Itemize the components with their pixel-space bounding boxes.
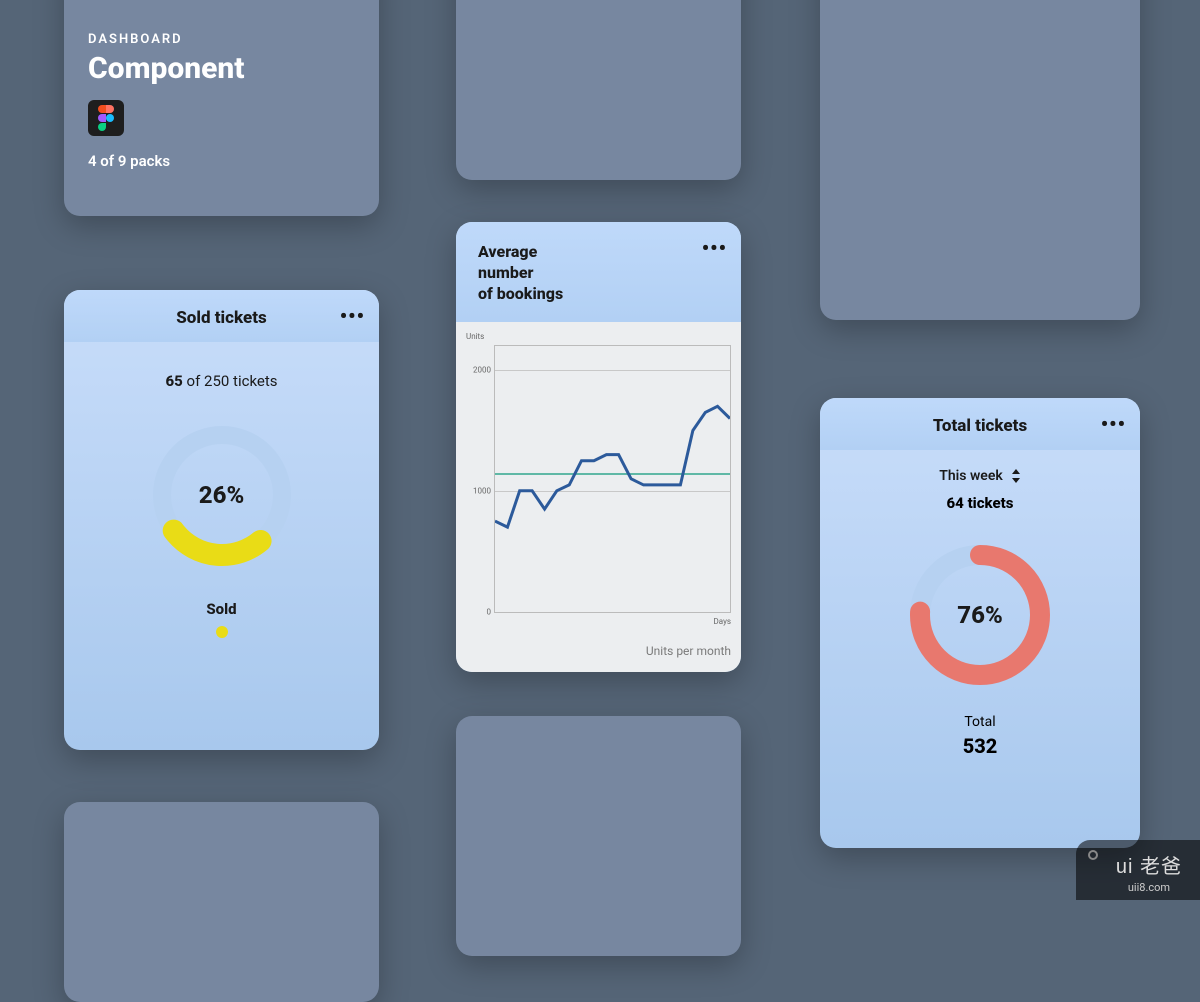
more-icon[interactable]: ••• <box>340 304 365 328</box>
ytick-2000: 2000 <box>465 366 491 375</box>
widget-header: Sold tickets ••• <box>64 290 379 342</box>
placeholder-card <box>456 0 741 180</box>
total-title: Total tickets <box>840 416 1120 436</box>
total-gauge: 76% <box>895 530 1065 700</box>
sold-gauge: 26% <box>137 410 307 580</box>
bookings-title: Average number of bookings <box>478 242 719 304</box>
placeholder-card <box>64 802 379 1002</box>
total-legend-label: Total <box>964 714 995 730</box>
placeholder-card <box>456 716 741 956</box>
bookings-title-l2: number <box>478 263 533 282</box>
sold-legend-dot <box>216 626 228 638</box>
more-icon[interactable]: ••• <box>702 236 727 260</box>
y-axis-label: Units <box>466 332 731 341</box>
total-legend-value: 532 <box>963 734 998 758</box>
sold-count-bold: 65 <box>166 372 183 390</box>
ytick-1000: 1000 <box>465 487 491 496</box>
more-icon[interactable]: ••• <box>1101 412 1126 436</box>
sold-title: Sold tickets <box>84 308 359 328</box>
total-tickets-card: Total tickets ••• This week 64 tickets 7… <box>820 398 1140 848</box>
bookings-title-l1: Average <box>478 242 537 261</box>
bookings-line <box>495 346 730 612</box>
intro-packs-count: 4 of 9 packs <box>88 152 355 170</box>
chart-caption: Units per month <box>466 644 731 658</box>
x-axis-label: Days <box>466 617 731 626</box>
watermark-dot-icon <box>1088 850 1098 860</box>
widget-header: Average number of bookings ••• <box>456 222 741 322</box>
bookings-card: Average number of bookings ••• Units 200… <box>456 222 741 672</box>
watermark-url: uii8.com <box>1116 881 1182 894</box>
bookings-plot: 2000 1000 0 <box>494 345 731 613</box>
watermark-brand: ui 老爸 <box>1116 850 1182 879</box>
ytick-0: 0 <box>465 608 491 617</box>
bookings-chart-panel: Units 2000 1000 0 Days Units per month <box>456 322 741 672</box>
intro-eyebrow: DASHBOARD <box>88 32 355 47</box>
widget-header: Total tickets ••• <box>820 398 1140 450</box>
bookings-title-l3: of bookings <box>478 284 563 303</box>
intro-title: Component <box>88 51 355 86</box>
sold-percent: 26% <box>137 410 307 580</box>
period-label: This week <box>939 468 1003 484</box>
figma-icon <box>88 100 124 136</box>
sort-icon <box>1011 469 1021 483</box>
intro-card: DASHBOARD Component 4 of 9 packs <box>64 0 379 216</box>
period-selector[interactable]: This week <box>939 468 1021 484</box>
placeholder-card <box>820 0 1140 320</box>
total-count: 64 tickets <box>947 494 1014 512</box>
watermark: ui 老爸 uii8.com <box>1076 840 1200 900</box>
sold-tickets-card: Sold tickets ••• 65 of 250 tickets 26% S… <box>64 290 379 750</box>
total-percent: 76% <box>895 530 1065 700</box>
